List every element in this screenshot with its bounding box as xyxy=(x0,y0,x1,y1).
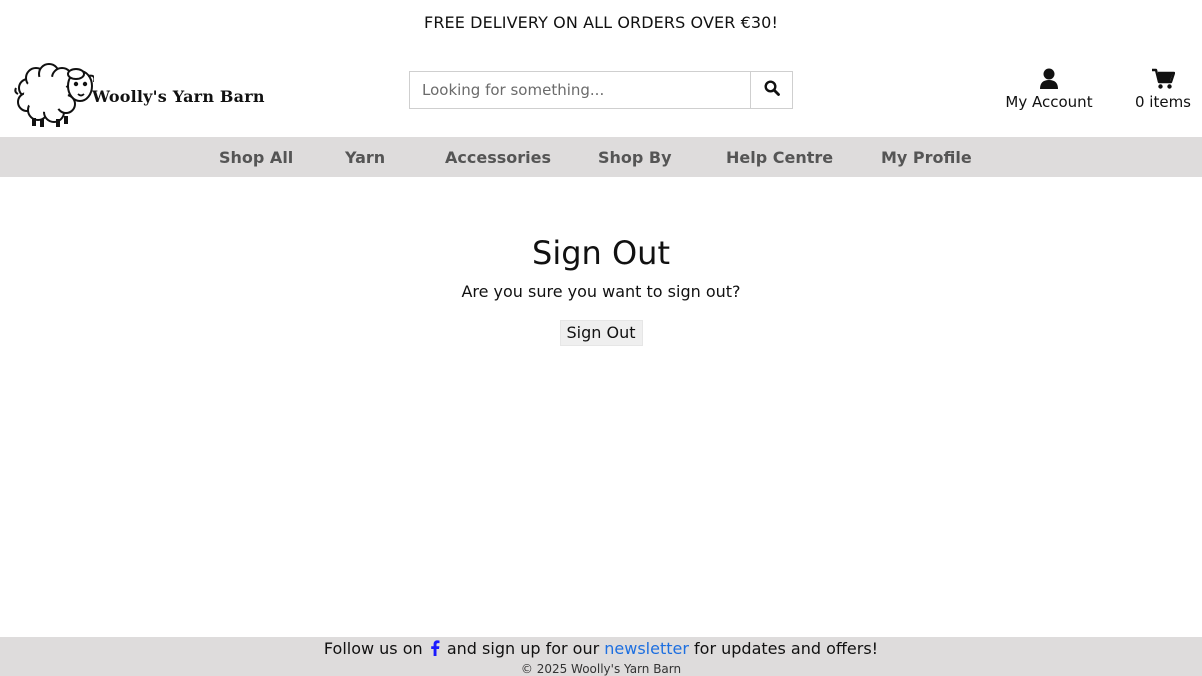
sign-out-panel: Sign Out Are you sure you want to sign o… xyxy=(0,230,1202,346)
footer-follow-prefix: Follow us on xyxy=(323,639,423,658)
footer-follow-middle: and sign up for our xyxy=(446,639,600,658)
nav-item-shop-by[interactable]: Shop By xyxy=(598,137,672,177)
footer-follow-suffix: for updates and offers! xyxy=(694,639,879,658)
cart-link[interactable]: 0 items xyxy=(1132,66,1194,111)
page: FREE DELIVERY ON ALL ORDERS OVER €30! Wo… xyxy=(0,0,1202,676)
footer-follow-text: Follow us on and sign up for our newslet… xyxy=(0,639,1202,661)
promo-banner: FREE DELIVERY ON ALL ORDERS OVER €30! xyxy=(0,0,1202,44)
cart-icon xyxy=(1151,66,1175,90)
site-footer: Follow us on and sign up for our newslet… xyxy=(0,637,1202,676)
search-bar xyxy=(409,71,793,109)
main-nav: Shop All Yarn Accessories Shop By Help C… xyxy=(0,137,1202,177)
search-icon xyxy=(763,80,780,100)
cart-count-label: 0 items xyxy=(1134,93,1191,111)
logo-text: Woolly's Yarn Barn xyxy=(92,86,265,106)
nav-item-my-profile[interactable]: My Profile xyxy=(881,137,972,177)
nav-item-shop-all[interactable]: Shop All xyxy=(219,137,293,177)
site-logo[interactable]: Woolly's Yarn Barn xyxy=(14,58,274,128)
user-icon xyxy=(1039,66,1059,90)
newsletter-link[interactable]: newsletter xyxy=(604,639,689,658)
nav-item-yarn[interactable]: Yarn xyxy=(345,137,385,177)
my-account-label: My Account xyxy=(1005,93,1093,111)
page-title: Sign Out xyxy=(532,234,670,272)
site-header: Woolly's Yarn Barn My Account xyxy=(0,52,1202,136)
sheep-icon xyxy=(14,58,94,128)
facebook-icon[interactable] xyxy=(430,640,440,661)
promo-text: FREE DELIVERY ON ALL ORDERS OVER €30! xyxy=(424,12,778,32)
my-account-link[interactable]: My Account xyxy=(1004,66,1094,111)
nav-item-help-centre[interactable]: Help Centre xyxy=(726,137,833,177)
search-input[interactable] xyxy=(410,72,750,108)
search-button[interactable] xyxy=(750,72,792,108)
sign-out-button[interactable]: Sign Out xyxy=(559,320,643,346)
sign-out-message: Are you sure you want to sign out? xyxy=(461,282,741,301)
nav-item-accessories[interactable]: Accessories xyxy=(445,137,551,177)
copyright-text: © 2025 Woolly's Yarn Barn xyxy=(520,662,682,676)
